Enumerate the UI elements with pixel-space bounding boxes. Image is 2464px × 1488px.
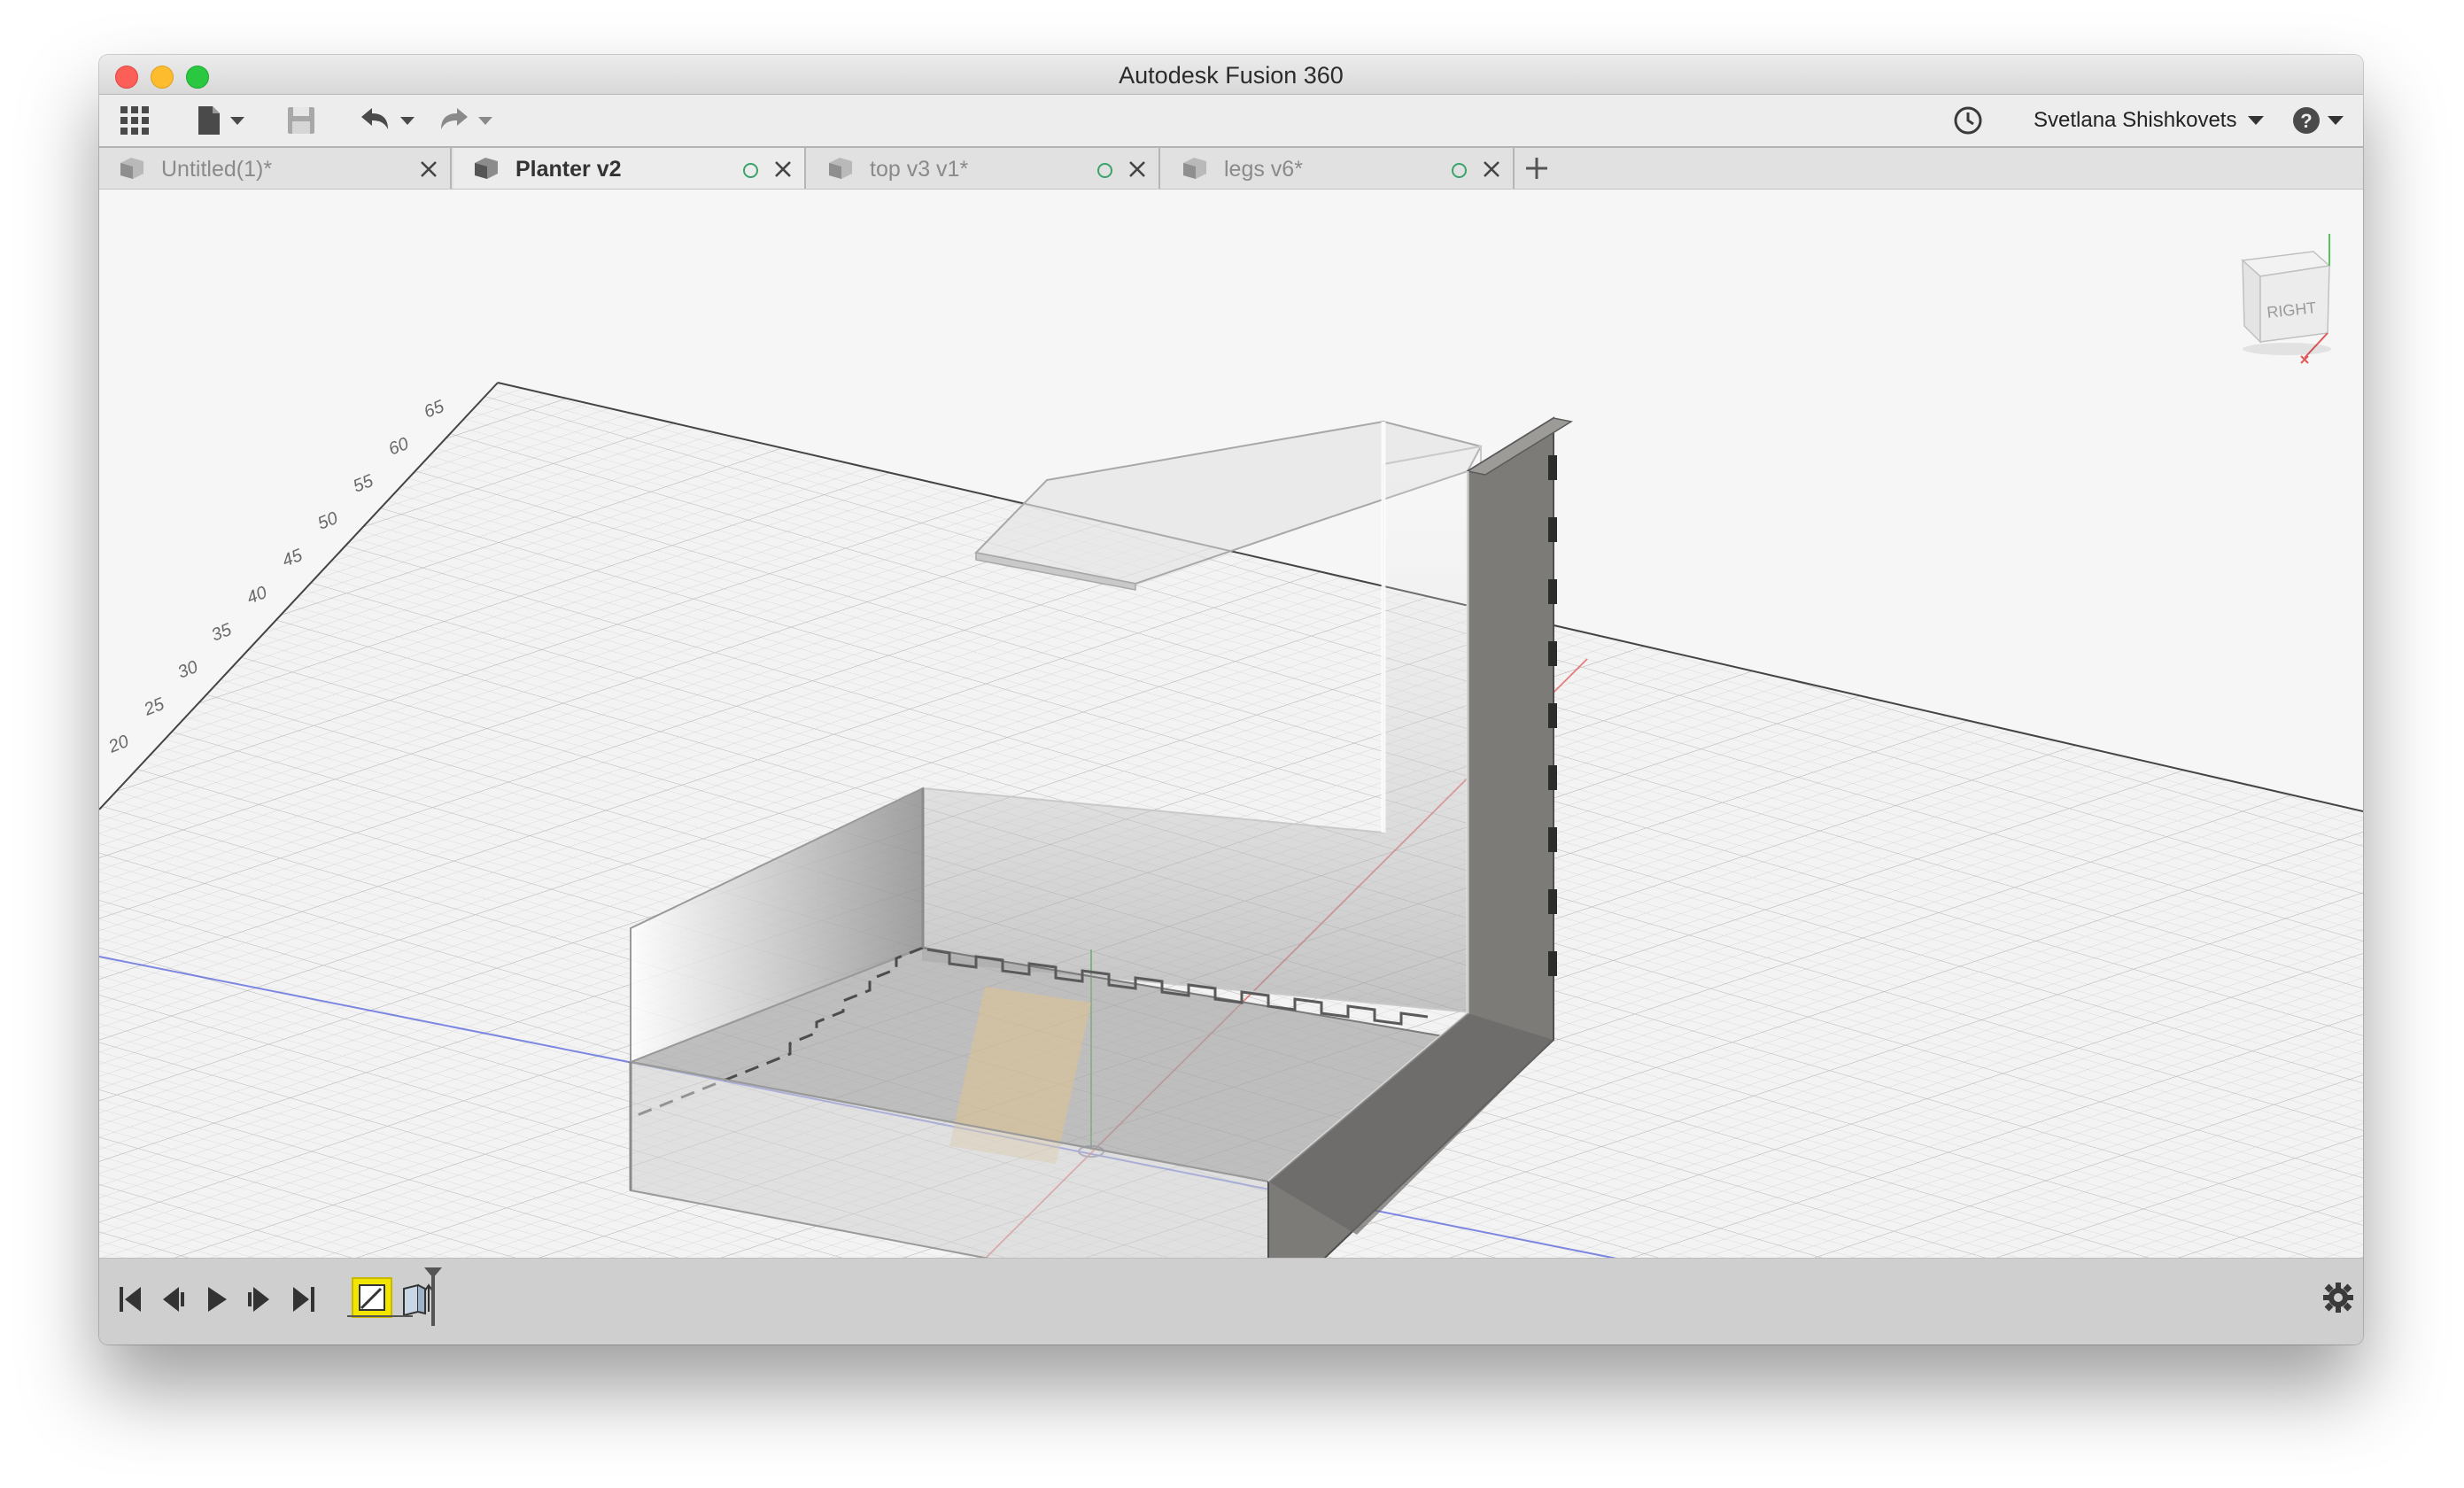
gear-icon[interactable]: [2322, 1282, 2354, 1314]
help-menu-button[interactable]: ?: [2292, 95, 2349, 146]
go-to-end-icon[interactable]: [291, 1283, 317, 1315]
redo-button[interactable]: [436, 95, 500, 146]
timeline-track: [347, 1315, 413, 1317]
tab-untitled[interactable]: Untitled(1)*: [99, 148, 452, 189]
tab-label: top v3 v1*: [870, 157, 969, 182]
document-icon: [1183, 158, 1206, 179]
sketch-feature-icon[interactable]: [351, 1276, 393, 1319]
redo-icon: [441, 108, 492, 129]
tab-legs-v6[interactable]: legs v6*: [1162, 148, 1515, 189]
grid-label: 60: [386, 434, 412, 460]
job-status-button[interactable]: [1952, 95, 1984, 146]
grid-label: 20: [105, 732, 132, 757]
viewcube[interactable]: RIGHT: [2241, 234, 2331, 364]
close-tab-icon[interactable]: [418, 159, 439, 180]
tab-top-v3[interactable]: top v3 v1*: [808, 148, 1160, 189]
grid-label: 30: [175, 657, 201, 683]
document-icon: [475, 158, 498, 179]
user-menu[interactable]: Svetlana Shishkovets: [2034, 95, 2268, 146]
tab-planter[interactable]: Planter v2: [453, 148, 806, 189]
file-icon: [198, 106, 244, 135]
canvas-viewport[interactable]: 65 60 55 50 45 40 35 30 25 20 RIGHT: [99, 190, 2363, 1312]
grid-label: 35: [209, 620, 236, 646]
help-icon: ?: [2293, 107, 2344, 134]
close-tab-icon[interactable]: [772, 159, 794, 180]
document-icon: [120, 158, 143, 179]
title-bar: Autodesk Fusion 360: [99, 55, 2363, 95]
app-window: Autodesk Fusion 360 Svetlana Shishkovets…: [99, 55, 2363, 1345]
application-toolbar: Svetlana Shishkovets ?: [99, 95, 2363, 148]
saved-status-icon: [743, 163, 758, 178]
tab-label: Planter v2: [515, 157, 622, 182]
undo-icon: [361, 108, 415, 129]
grid-label: 45: [280, 546, 306, 571]
grid-label: 25: [141, 694, 168, 720]
history-clock-icon: [1954, 106, 1982, 135]
undo-button[interactable]: [356, 95, 420, 146]
file-menu-button[interactable]: [195, 95, 250, 146]
chevron-down-icon: [2248, 116, 2265, 125]
grid-label: 40: [244, 583, 270, 608]
timeline-panel: [99, 1258, 2363, 1345]
grid-label: 55: [351, 471, 377, 497]
tab-label: Untitled(1)*: [161, 157, 273, 182]
tab-label: legs v6*: [1224, 157, 1303, 182]
document-tab-bar: Untitled(1)* Planter v2 top v3 v1* legs …: [99, 148, 2363, 190]
save-button[interactable]: [285, 95, 317, 146]
timeline-marker-icon[interactable]: [422, 1266, 445, 1328]
grid-label: 65: [422, 397, 448, 422]
save-icon: [288, 107, 314, 134]
saved-status-icon: [1452, 163, 1467, 178]
go-to-start-icon[interactable]: [117, 1283, 143, 1315]
3d-model-canvas[interactable]: 65 60 55 50 45 40 35 30 25 20 RIGHT: [99, 190, 2363, 1312]
user-name: Svetlana Shishkovets: [2034, 108, 2237, 132]
close-tab-icon[interactable]: [1127, 159, 1148, 180]
document-icon: [829, 158, 852, 179]
step-back-icon[interactable]: [159, 1283, 186, 1315]
play-icon[interactable]: [204, 1283, 230, 1315]
svg-text:?: ?: [2300, 110, 2312, 132]
step-forward-icon[interactable]: [246, 1283, 273, 1315]
new-tab-plus-icon[interactable]: [1523, 155, 1550, 182]
grid-apps-icon[interactable]: [119, 95, 151, 146]
saved-status-icon: [1097, 163, 1112, 178]
close-tab-icon[interactable]: [1481, 159, 1502, 180]
grid-label: 50: [315, 508, 341, 534]
window-title: Autodesk Fusion 360: [1119, 62, 1344, 89]
